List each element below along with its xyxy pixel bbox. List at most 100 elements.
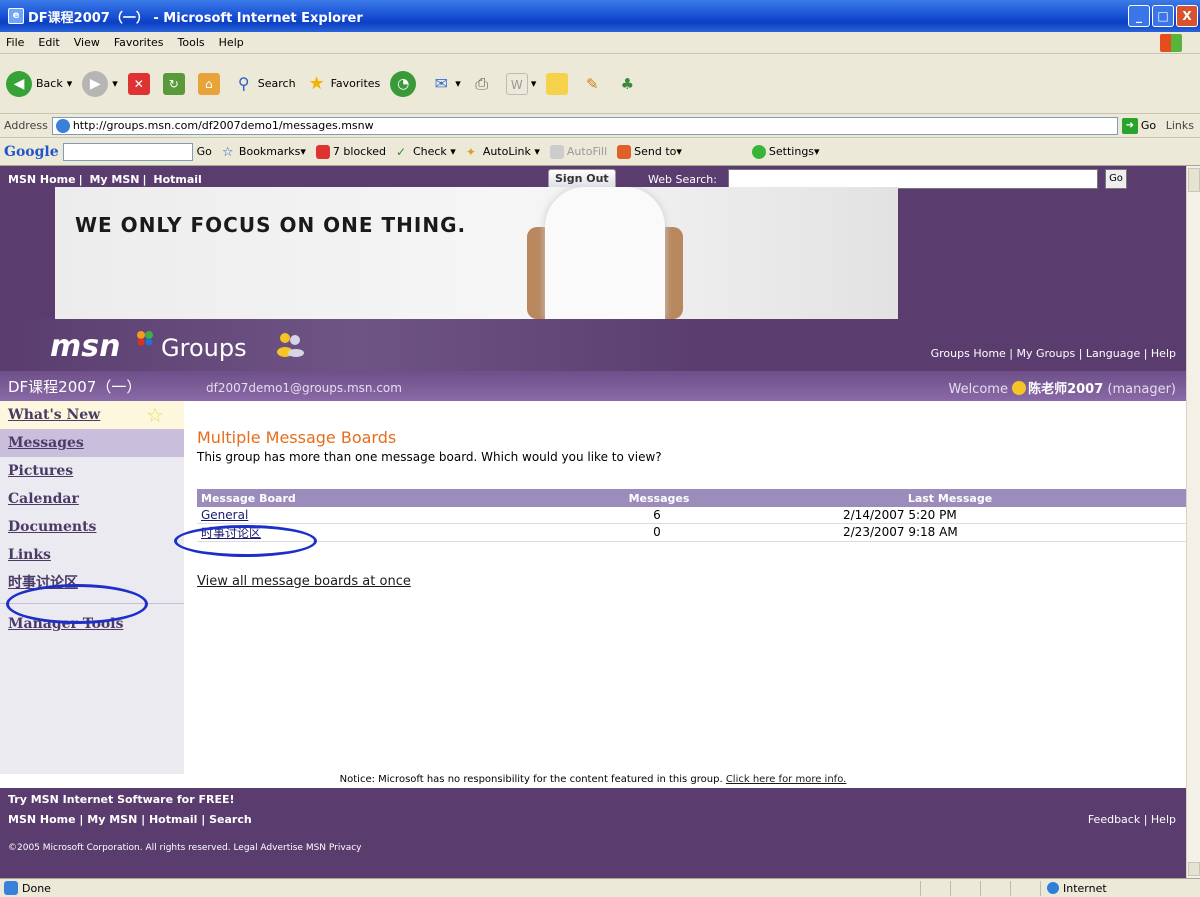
- people-icon: [277, 333, 304, 357]
- sidebar-item-pictures[interactable]: Pictures: [0, 457, 184, 485]
- board-link-general[interactable]: General: [201, 508, 248, 522]
- try-msn-link[interactable]: Try MSN Internet Software for FREE!: [8, 793, 235, 806]
- settings-icon: [751, 144, 766, 159]
- forward-button[interactable]: ▶ ▾: [82, 70, 118, 97]
- home-icon[interactable]: ⌂: [197, 72, 220, 95]
- footer: Try MSN Internet Software for FREE! MSN …: [0, 788, 1186, 878]
- stop-icon[interactable]: ✕: [127, 72, 150, 95]
- star-outline-icon: ☆: [146, 403, 164, 427]
- menu-favorites[interactable]: Favorites: [114, 36, 164, 49]
- banner-slogan: WE ONLY FOCUS ON ONE THING.: [75, 213, 467, 237]
- go-button[interactable]: ➜ Go: [1121, 117, 1156, 134]
- hotmail-link[interactable]: Hotmail: [153, 173, 201, 186]
- user-name[interactable]: 陈老师2007: [1028, 382, 1103, 397]
- address-label: Address: [4, 119, 48, 132]
- message-count: 6: [607, 507, 707, 524]
- menu-tools[interactable]: Tools: [178, 36, 205, 49]
- my-msn-link[interactable]: My MSN: [89, 173, 139, 186]
- refresh-icon[interactable]: ↻: [162, 72, 185, 95]
- send-icon: [617, 144, 632, 159]
- msn-logo[interactable]: msn: [50, 329, 120, 364]
- footer-nav[interactable]: MSN Home | My MSN | Hotmail | Search: [8, 813, 252, 826]
- menu-bar: File Edit View Favorites Tools Help: [0, 32, 1200, 54]
- welcome-text: Welcome 陈老师2007 (manager): [948, 381, 1176, 397]
- autolink-button[interactable]: ✦ AutoLink ▾: [466, 145, 540, 159]
- google-go-button[interactable]: Go: [197, 145, 212, 158]
- menu-edit[interactable]: Edit: [38, 36, 59, 49]
- notice: Notice: Microsoft has no responsibility …: [0, 774, 1186, 788]
- message-count: 0: [607, 523, 707, 542]
- status-text: Done: [22, 881, 51, 895]
- ie-icon: e: [8, 8, 24, 24]
- sidebar-item-messages[interactable]: Messages: [0, 429, 184, 457]
- sign-out-button[interactable]: Sign Out: [548, 169, 616, 189]
- autofill-button[interactable]: AutoFill: [549, 144, 607, 159]
- back-arrow-icon: ◀: [6, 70, 32, 97]
- sidebar-item-manager-tools[interactable]: Manager Tools: [0, 610, 184, 638]
- groups-wordmark: Groups: [161, 334, 247, 362]
- close-button[interactable]: X: [1176, 5, 1198, 27]
- table-row: 时事讨论区 0 2/23/2007 9:18 AM: [197, 523, 1186, 542]
- mail-icon[interactable]: ✉: [430, 73, 452, 95]
- wand-icon: ✦: [465, 144, 476, 159]
- maximize-button[interactable]: □: [1152, 5, 1174, 27]
- star-icon: ★: [308, 72, 325, 94]
- search-button[interactable]: ⚲ Search: [233, 73, 296, 95]
- sidebar-item-links[interactable]: Links: [0, 541, 184, 569]
- sidebar-item-calendar[interactable]: Calendar: [0, 485, 184, 513]
- scroll-down-button[interactable]: [1188, 862, 1200, 876]
- favorites-button[interactable]: ★ Favorites: [306, 73, 381, 95]
- google-toolbar: Google Go ☆ Bookmarks▾ 7 blocked ✓ Check ▾…: [0, 138, 1200, 166]
- go-arrow-icon: ➜: [1121, 117, 1138, 134]
- minimize-button[interactable]: _: [1128, 5, 1150, 27]
- google-logo: Google: [4, 143, 59, 160]
- more-info-link[interactable]: Click here for more info.: [726, 774, 847, 785]
- address-input[interactable]: http://groups.msn.com/df2007demo1/messag…: [51, 116, 1118, 135]
- edit-icon[interactable]: W: [505, 72, 528, 95]
- links-button[interactable]: Links: [1166, 119, 1194, 132]
- popup-blocker-button[interactable]: 7 blocked: [315, 144, 386, 159]
- web-search-input[interactable]: [728, 169, 1098, 189]
- page-status-icon: [4, 881, 18, 895]
- footer-feedback-help[interactable]: Feedback | Help: [1088, 813, 1176, 826]
- col-message-board: Message Board: [197, 489, 607, 507]
- board-link-news[interactable]: 时事讨论区: [201, 526, 261, 540]
- sidebar-item-documents[interactable]: Documents: [0, 513, 184, 541]
- spellcheck-button[interactable]: ✓ Check ▾: [396, 145, 456, 159]
- view-all-boards-link[interactable]: View all message boards at once: [197, 574, 411, 589]
- page-icon: [55, 118, 70, 133]
- web-search-label: Web Search:: [648, 173, 717, 186]
- standard-toolbar: ◀ Back ▾ ▶ ▾ ✕ ↻ ⌂ ⚲ Search ★ Favorites ◔ …: [0, 54, 1200, 114]
- last-message-date: 2/23/2007 9:18 AM: [707, 523, 1186, 542]
- sendto-button[interactable]: Send to▾: [617, 144, 682, 159]
- group-email: df2007demo1@groups.msn.com: [206, 381, 402, 395]
- msn-top-nav: MSN Home | My MSN | Hotmail: [8, 173, 202, 186]
- print-icon[interactable]: ⎙: [471, 73, 493, 95]
- msn-butterfly-icon: [137, 331, 153, 346]
- messenger-icon[interactable]: ♣: [616, 73, 638, 95]
- address-bar: Address http://groups.msn.com/df2007demo…: [0, 114, 1200, 138]
- menu-help[interactable]: Help: [219, 36, 244, 49]
- google-search-input[interactable]: [62, 142, 193, 161]
- menu-file[interactable]: File: [6, 36, 24, 49]
- smiley-icon: [1012, 381, 1027, 395]
- back-button[interactable]: ◀ Back ▾: [6, 70, 72, 97]
- sidebar-divider: [0, 603, 184, 604]
- discuss-icon[interactable]: [546, 72, 569, 95]
- table-header-row: Message Board Messages Last Message: [197, 489, 1186, 507]
- sidebar-item-news-board[interactable]: 时事讨论区: [0, 569, 184, 597]
- groups-nav[interactable]: Groups Home | My Groups | Language | Hel…: [931, 347, 1176, 360]
- web-search-go-button[interactable]: Go: [1105, 169, 1127, 189]
- vertical-scrollbar[interactable]: [1186, 166, 1200, 878]
- msn-home-link[interactable]: MSN Home: [8, 173, 76, 186]
- settings-button[interactable]: Settings▾: [751, 144, 820, 159]
- web-page: MSN Home | My MSN | Hotmail Sign Out Web S…: [0, 166, 1186, 878]
- menu-view[interactable]: View: [74, 36, 100, 49]
- col-messages: Messages: [607, 489, 707, 507]
- windows-logo-icon: [1160, 34, 1182, 52]
- ad-banner[interactable]: WE ONLY FOCUS ON ONE THING.: [55, 187, 898, 319]
- history-icon[interactable]: ◔: [390, 70, 417, 97]
- research-icon[interactable]: ✎: [581, 73, 603, 95]
- bookmarks-button[interactable]: ☆ Bookmarks▾: [222, 145, 306, 160]
- scroll-up-button[interactable]: [1188, 168, 1200, 192]
